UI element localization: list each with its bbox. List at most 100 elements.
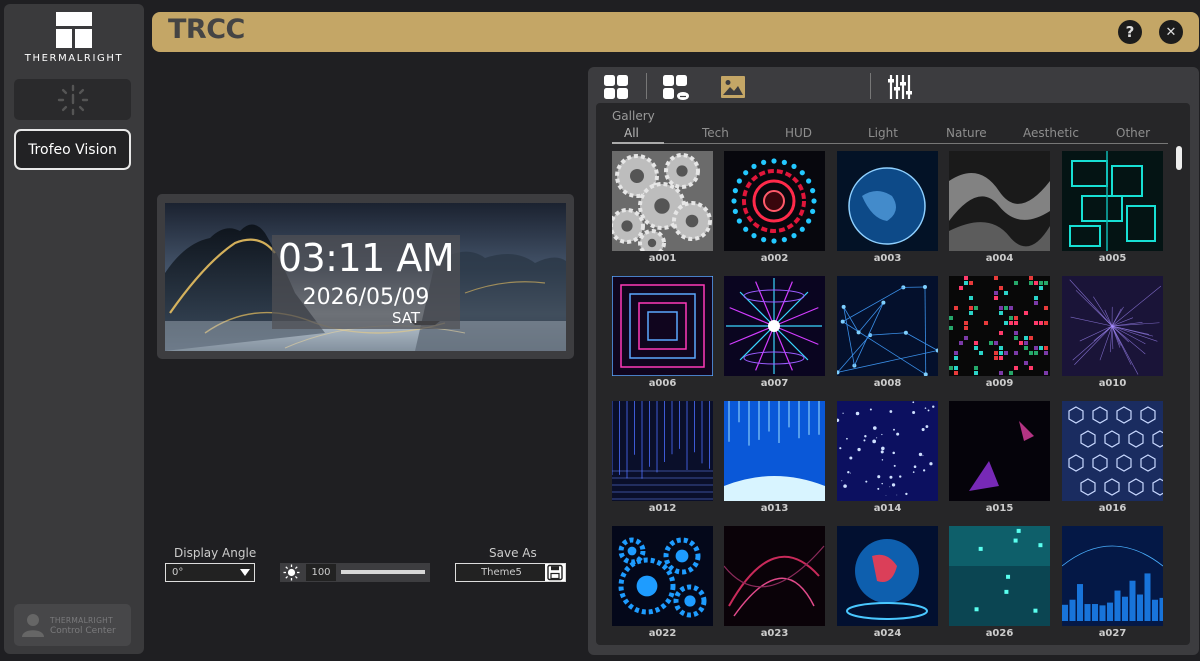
gallery-item-label: a002	[760, 253, 789, 264]
grid-cloud-icon[interactable]	[661, 73, 689, 101]
gallery-item[interactable]: a010	[1062, 276, 1163, 390]
tab-tech[interactable]: Tech	[702, 126, 729, 140]
gallery-item[interactable]: a023	[724, 526, 825, 640]
gallery-item[interactable]: a014	[837, 401, 938, 515]
gallery-thumbnail	[724, 526, 825, 626]
gallery-item-label: a004	[985, 253, 1014, 264]
gallery-thumbnail	[949, 526, 1050, 626]
gallery-item[interactable]: a007	[724, 276, 825, 390]
gallery-item-label: a001	[648, 253, 677, 264]
brand-name: THERMALRIGHT	[24, 53, 124, 64]
brand-logo: THERMALRIGHT	[4, 12, 144, 68]
gallery-item[interactable]: a002	[724, 151, 825, 265]
title-bar: TRCC ? ✕	[152, 12, 1199, 52]
tab-nature[interactable]: Nature	[946, 126, 987, 140]
app-title: TRCC	[168, 14, 245, 45]
gallery-content: Gallery All Tech HUD Light Nature Aesthe…	[596, 103, 1190, 645]
gallery-item[interactable]: a022	[612, 526, 713, 640]
device-status-box[interactable]	[14, 79, 131, 120]
gallery-thumbnail	[949, 401, 1050, 501]
gallery-thumbnail	[612, 151, 713, 251]
gallery-thumbnail	[1062, 276, 1163, 376]
clock-day: SAT	[392, 309, 421, 327]
gallery-item-label: a013	[760, 503, 789, 514]
gallery-thumbnail	[837, 276, 938, 376]
toolbar-separator	[870, 73, 871, 99]
brightness-value[interactable]: 100	[306, 564, 336, 581]
preview-screen: 03:11 AM 2026/05/09 SAT	[165, 203, 566, 351]
close-button[interactable]: ✕	[1159, 20, 1183, 44]
gallery-item-label: a026	[985, 628, 1014, 639]
gallery-thumbnail	[724, 401, 825, 501]
gallery-item[interactable]: a006	[612, 276, 713, 390]
tab-aesthetic[interactable]: Aesthetic	[1023, 126, 1079, 140]
gallery-item-label: a027	[1098, 628, 1127, 639]
control-center-button[interactable]: THERMALRIGHT Control Center	[14, 604, 131, 646]
thermalright-logo-icon	[56, 12, 92, 48]
gallery-thumbnail	[612, 526, 713, 626]
tabs-divider	[612, 143, 1168, 144]
control-center-brand: THERMALRIGHT	[50, 616, 114, 625]
display-angle-value: 0°	[172, 567, 184, 578]
display-angle-label: Display Angle	[174, 546, 257, 560]
gallery-thumbnail	[1062, 526, 1163, 626]
gallery-item[interactable]: a013	[724, 401, 825, 515]
gallery-item[interactable]: a005	[1062, 151, 1163, 265]
gallery-tabs: All Tech HUD Light Nature Aesthetic Othe…	[608, 126, 1176, 141]
tab-hud[interactable]: HUD	[785, 126, 812, 140]
brightness-slider[interactable]	[341, 570, 425, 574]
gallery-item[interactable]: a016	[1062, 401, 1163, 515]
help-icon: ?	[1125, 23, 1135, 41]
clock-date: 2026/05/09	[302, 285, 430, 310]
gallery-thumbnail	[724, 276, 825, 376]
display-preview: 03:11 AM 2026/05/09 SAT	[157, 194, 574, 359]
gallery-item[interactable]: a004	[949, 151, 1050, 265]
save-button[interactable]	[545, 564, 565, 581]
gallery-thumbnail	[1062, 151, 1163, 251]
tab-all[interactable]: All	[624, 126, 639, 140]
tab-other[interactable]: Other	[1116, 126, 1150, 140]
gallery-thumbnail	[837, 151, 938, 251]
gallery-item[interactable]: a003	[837, 151, 938, 265]
clock-overlay: 03:11 AM 2026/05/09 SAT	[272, 235, 460, 329]
device-button-trofeo-vision[interactable]: Trofeo Vision	[14, 129, 131, 170]
gallery-item[interactable]: a009	[949, 276, 1050, 390]
gallery-item[interactable]: a024	[837, 526, 938, 640]
user-icon	[22, 614, 44, 637]
gallery-item-label: a012	[648, 503, 677, 514]
gallery-panel: Gallery All Tech HUD Light Nature Aesthe…	[588, 67, 1199, 655]
gallery-item[interactable]: a012	[612, 401, 713, 515]
gallery-item[interactable]: a026	[949, 526, 1050, 640]
clock-time: 03:11 AM	[277, 236, 455, 280]
gallery-thumbnail	[949, 151, 1050, 251]
sidebar: THERMALRIGHT Trofeo Vision THERMALRIGHT …	[4, 4, 144, 654]
gallery-thumbnail	[837, 526, 938, 626]
gallery-item[interactable]: a027	[1062, 526, 1163, 640]
control-center-label: Control Center	[50, 626, 116, 636]
gallery-thumbnail	[837, 401, 938, 501]
gallery-thumbnail	[724, 151, 825, 251]
close-icon: ✕	[1165, 24, 1177, 40]
tab-light[interactable]: Light	[868, 126, 898, 140]
gallery-item-label: a023	[760, 628, 789, 639]
sliders-icon[interactable]	[886, 73, 914, 101]
gallery-item[interactable]: a001	[612, 151, 713, 265]
gallery-item[interactable]: a015	[949, 401, 1050, 515]
gallery-item-label: a014	[873, 503, 902, 514]
grid-icon[interactable]	[602, 73, 630, 101]
gallery-item-label: a016	[1098, 503, 1127, 514]
image-icon[interactable]	[719, 73, 747, 101]
gallery-item-label: a005	[1098, 253, 1127, 264]
gallery-item-label: a007	[760, 378, 789, 389]
gallery-item-label: a024	[873, 628, 902, 639]
display-angle-select[interactable]: 0°	[165, 563, 255, 582]
brightness-icon	[283, 564, 300, 581]
save-as-label: Save As	[489, 546, 537, 560]
app-window: THERMALRIGHT Trofeo Vision THERMALRIGHT …	[0, 0, 1200, 661]
gallery-item[interactable]: a008	[837, 276, 938, 390]
gallery-scrollbar[interactable]	[1176, 146, 1182, 170]
theme-name-input[interactable]: Theme5	[455, 563, 566, 582]
gallery-thumbnail	[612, 276, 713, 376]
gallery-thumbnail	[949, 276, 1050, 376]
help-button[interactable]: ?	[1118, 20, 1142, 44]
